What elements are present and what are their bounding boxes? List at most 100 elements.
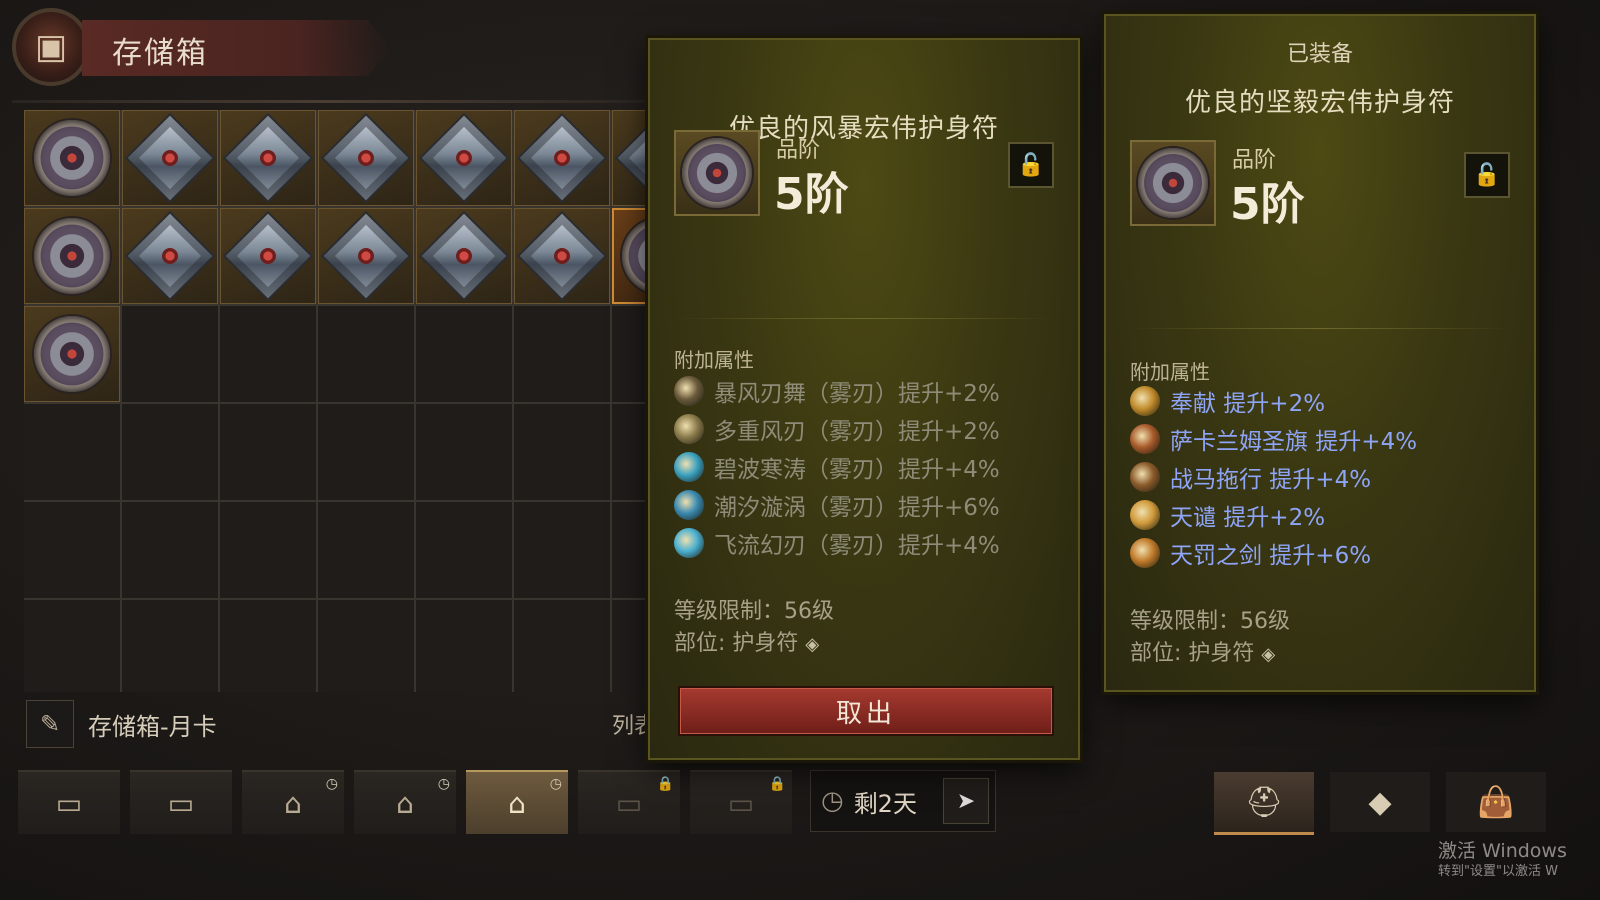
storage-tab-1[interactable]: ▭ xyxy=(18,770,120,834)
inventory-slot[interactable] xyxy=(514,600,610,692)
attribute-row: 飞流幻刃（雾刃）提升+4% xyxy=(674,524,1058,562)
amulet-icon xyxy=(682,138,752,208)
inventory-slot[interactable] xyxy=(416,502,512,598)
inventory-slot[interactable] xyxy=(318,110,414,206)
inventory-slot[interactable] xyxy=(220,208,316,304)
amulet-slot-icon: ◈ xyxy=(805,634,820,655)
rename-quill-icon[interactable]: ✎ xyxy=(26,700,74,748)
equipped-icon-frame xyxy=(1130,140,1216,226)
inventory-slot[interactable] xyxy=(318,208,414,304)
send-icon[interactable]: ➤ xyxy=(943,778,989,824)
attribute-text: 奉献 提升+2% xyxy=(1170,391,1326,417)
inventory-slot[interactable] xyxy=(24,306,120,402)
charm-icon xyxy=(418,210,510,302)
inventory-slot[interactable] xyxy=(220,404,316,500)
inventory-slot[interactable] xyxy=(122,600,218,692)
timer-badge-icon: ◷ xyxy=(549,776,562,792)
inventory-slot[interactable] xyxy=(514,208,610,304)
remaining-time: 剩2天 xyxy=(853,789,917,818)
charm-icon xyxy=(418,112,510,204)
inventory-slot[interactable] xyxy=(416,208,512,304)
level-requirement: 等级限制：56级 xyxy=(674,599,834,624)
attribute-text: 萨卡兰姆圣旗 提升+4% xyxy=(1170,429,1418,455)
storage-tab-5[interactable]: ⌂ ◷ xyxy=(466,770,568,834)
equipped-tooltip: 已装备 优良的坚毅宏伟护身符 品阶 5阶 🔓 附加属性 奉献 提升+2% 萨卡兰姆… xyxy=(1104,14,1536,692)
item-tooltip: 优良的风暴宏伟护身符 品阶 5阶 🔓 附加属性 暴风刃舞（雾刃）提升+2% 多重风… xyxy=(648,38,1080,760)
item-meta: 等级限制：56级 部位: 护身符 ◈ xyxy=(674,596,834,661)
storage-tab-4[interactable]: ⌂ ◷ xyxy=(354,770,456,834)
attribute-text: 天罚之剑 提升+6% xyxy=(1170,543,1372,569)
inventory-slot[interactable] xyxy=(514,110,610,206)
attribute-row: 暴风刃舞（雾刃）提升+2% xyxy=(674,372,1058,410)
attribute-row: 天谴 提升+2% xyxy=(1130,496,1514,534)
attribute-text: 多重风刃（雾刃）提升+2% xyxy=(714,419,1000,445)
skill-icon xyxy=(674,528,704,558)
inventory-slot[interactable] xyxy=(514,502,610,598)
inventory-slot[interactable] xyxy=(318,404,414,500)
lock-icon: 🔒 xyxy=(768,776,786,792)
inventory-slot[interactable] xyxy=(318,306,414,402)
inventory-slot[interactable] xyxy=(514,306,610,402)
skill-icon xyxy=(1130,500,1160,530)
inventory-slot[interactable] xyxy=(220,600,316,692)
withdraw-button[interactable]: 取出 xyxy=(678,686,1054,736)
inventory-slot[interactable] xyxy=(122,404,218,500)
inventory-slot[interactable] xyxy=(220,306,316,402)
storage-tab-2[interactable]: ▭ xyxy=(130,770,232,834)
inventory-slot[interactable] xyxy=(122,306,218,402)
slot-row: 部位: 护身符 ◈ xyxy=(1130,638,1290,671)
slot-row: 部位: 护身符 ◈ xyxy=(674,628,834,661)
materials-tab-icon[interactable]: ◆ xyxy=(1330,772,1430,832)
item-slot: 部位: 护身符 xyxy=(1130,641,1255,666)
storage-grid xyxy=(24,110,664,692)
storage-tab-6[interactable]: ▭ 🔒 xyxy=(578,770,680,834)
attribute-text: 飞流幻刃（雾刃）提升+4% xyxy=(714,533,1000,559)
charm-icon xyxy=(320,210,412,302)
attribute-row: 萨卡兰姆圣旗 提升+4% xyxy=(1130,420,1514,458)
inventory-slot[interactable] xyxy=(318,600,414,692)
storage-tab-3[interactable]: ⌂ ◷ xyxy=(242,770,344,834)
attribute-row: 奉献 提升+2% xyxy=(1130,382,1514,420)
inventory-slot[interactable] xyxy=(24,502,120,598)
skill-icon xyxy=(674,490,704,520)
timer-badge-icon: ◷ xyxy=(437,776,450,792)
inventory-slot[interactable] xyxy=(416,306,512,402)
chest-tab-icon: ▭ xyxy=(615,786,643,820)
inventory-slot[interactable] xyxy=(24,208,120,304)
inventory-slot[interactable] xyxy=(220,502,316,598)
inventory-slot[interactable] xyxy=(24,600,120,692)
windows-line1: 激活 Windows xyxy=(1438,840,1567,862)
charm-icon xyxy=(516,210,608,302)
amulet-icon xyxy=(1138,148,1208,218)
inventory-slot[interactable] xyxy=(416,404,512,500)
attribute-text: 暴风刃舞（雾刃）提升+2% xyxy=(714,381,1000,407)
attribute-text: 碧波寒涛（雾刃）提升+4% xyxy=(714,457,1000,483)
attribute-list: 暴风刃舞（雾刃）提升+2% 多重风刃（雾刃）提升+2% 碧波寒涛（雾刃）提升+4% 潮… xyxy=(674,372,1058,562)
attribute-row: 碧波寒涛（雾刃）提升+4% xyxy=(674,448,1058,486)
character-tabs: ⛑ ◆ 👜 xyxy=(1214,772,1546,835)
rental-timer: ◷ 剩2天 ➤ xyxy=(810,770,996,832)
inventory-slot[interactable] xyxy=(416,110,512,206)
inventory-slot[interactable] xyxy=(220,110,316,206)
inventory-slot[interactable] xyxy=(416,600,512,692)
skill-icon xyxy=(674,452,704,482)
inventory-slot[interactable] xyxy=(24,110,120,206)
inventory-slot[interactable] xyxy=(122,502,218,598)
inventory-slot[interactable] xyxy=(122,110,218,206)
unlock-icon[interactable]: 🔓 xyxy=(1464,152,1510,198)
inventory-slot[interactable] xyxy=(24,404,120,500)
attribute-text: 战马拖行 提升+4% xyxy=(1170,467,1372,493)
attribute-list: 奉献 提升+2% 萨卡兰姆圣旗 提升+4% 战马拖行 提升+4% 天谴 提升+2% 天罚… xyxy=(1130,382,1514,572)
storage-tab-7[interactable]: ▭ 🔒 xyxy=(690,770,792,834)
equipment-helmet-tab-icon[interactable]: ⛑ xyxy=(1214,772,1314,835)
inventory-slot[interactable] xyxy=(318,502,414,598)
inventory-slot[interactable] xyxy=(122,208,218,304)
attr-title: 附加属性 xyxy=(1130,360,1210,384)
chest-tab-icon: ▭ xyxy=(727,786,755,820)
attribute-row: 多重风刃（雾刃）提升+2% xyxy=(674,410,1058,448)
bag-tab-icon[interactable]: 👜 xyxy=(1446,772,1546,832)
inventory-slot[interactable] xyxy=(514,404,610,500)
clock-icon: ◷ xyxy=(821,786,844,816)
unlock-icon[interactable]: 🔓 xyxy=(1008,142,1054,188)
windows-line2: 转到"设置"以激活 W xyxy=(1438,864,1558,879)
